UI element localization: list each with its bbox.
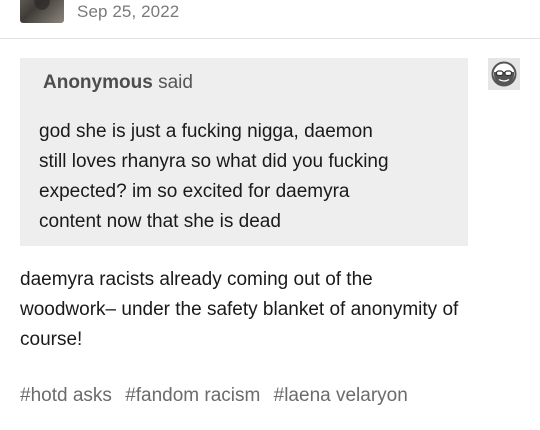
tumblr-post: Sep 25, 2022 Anonymous said god she is j… <box>0 0 540 430</box>
ask-box: Anonymous said god she is just a fucking… <box>20 58 468 246</box>
anonymous-sunglasses-avatar-icon <box>491 61 517 87</box>
ask-line: content now that she is dead <box>39 211 281 232</box>
tag-link[interactable]: #laena velaryon <box>274 385 408 407</box>
ask-line: god she is just a fucking nigga, daemon <box>39 121 373 142</box>
ask-line: expected? im so excited for daemyra <box>39 181 350 202</box>
post-date[interactable]: Sep 25, 2022 <box>77 2 179 22</box>
post-header: Sep 25, 2022 <box>0 0 540 39</box>
asker-name[interactable]: Anonymous <box>43 72 153 93</box>
answer-line: course! <box>20 329 83 350</box>
post-tags: #hotd asks #fandom racism #laena velaryo… <box>20 385 416 407</box>
ask-body: god she is just a fucking nigga, daemon … <box>39 117 459 237</box>
author-avatar[interactable] <box>20 0 64 23</box>
asker-avatar[interactable] <box>488 58 520 90</box>
tag-link[interactable]: #hotd asks <box>20 385 112 407</box>
answer-line: woodwork– under the safety blanket of an… <box>20 299 459 320</box>
answer-body: daemyra racists already coming out of th… <box>20 265 525 355</box>
ask-header: Anonymous said <box>43 72 193 94</box>
tag-link[interactable]: #fandom racism <box>125 385 260 407</box>
said-label: said <box>158 72 193 93</box>
answer-line: daemyra racists already coming out of th… <box>20 269 373 290</box>
ask-line: still loves rhanyra so what did you fuck… <box>39 151 389 172</box>
more-options-button[interactable] <box>484 0 512 6</box>
